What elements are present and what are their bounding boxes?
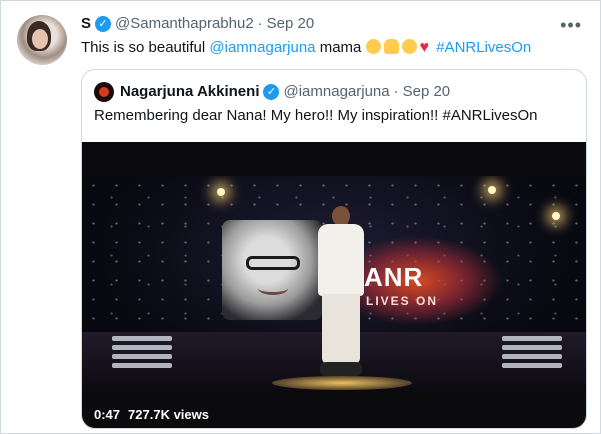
avatar[interactable] [17, 15, 67, 65]
quoted-header: Nagarjuna Akkineni ✓ @iamnagarjuna · Sep… [120, 83, 450, 100]
portrait-smile [258, 282, 288, 295]
person-head [332, 206, 350, 226]
hugging-face-icon [401, 39, 417, 54]
verified-badge-icon: ✓ [95, 15, 112, 32]
person-figure [314, 206, 368, 378]
portrait-image [222, 220, 322, 320]
separator-dot: · [257, 15, 263, 32]
stage-light-left [217, 188, 225, 196]
mention-link[interactable]: @iamnagarjuna [209, 39, 315, 56]
stage-steps-left [112, 332, 172, 372]
video-player[interactable]: ANR LIVES ON 0:47 727.7K views [82, 142, 586, 428]
quoted-text: Remembering dear Nana! My hero!! My insp… [94, 107, 538, 124]
quoted-display-name[interactable]: Nagarjuna Akkineni [120, 83, 259, 100]
tweet-text-start: This is so beautiful [81, 39, 210, 56]
video-duration: 0:47 [94, 407, 121, 422]
tweet-text-middle: mama [315, 39, 366, 56]
stage-subtitle: LIVES ON [366, 294, 439, 308]
quoted-verified-badge-icon: ✓ [263, 83, 280, 100]
stage-title: ANR [364, 262, 424, 292]
tweet-time[interactable]: Sep 20 [267, 15, 315, 32]
quoted-handle[interactable]: @iamnagarjuna [283, 83, 389, 100]
person-dhoti [322, 294, 360, 364]
person-shirt [318, 224, 364, 296]
person-feet [320, 362, 362, 376]
quoted-time[interactable]: Sep 20 [403, 83, 451, 100]
stage-light-far-right [552, 212, 560, 220]
quoted-avatar[interactable] [94, 82, 114, 102]
red-heart-icon: ♥ [419, 39, 430, 56]
stage-steps-right [502, 332, 562, 372]
quoted-separator-dot: · [393, 83, 399, 100]
portrait-glasses [246, 256, 300, 270]
video-frame: ANR LIVES ON [82, 176, 586, 392]
hashtag-link[interactable]: #ANRLivesOn [436, 39, 531, 56]
thinking-face-icon [365, 39, 381, 54]
tweet-card[interactable]: S ✓ @Samanthaprabhu2 · Sep 20 ••• This i… [0, 0, 601, 434]
tweet-text: This is so beautiful @iamnagarjuna mama … [81, 39, 531, 57]
tweet-header: S ✓ @Samanthaprabhu2 · Sep 20 [81, 15, 314, 32]
avatar-face [32, 29, 48, 49]
stage-light-right [488, 186, 496, 194]
folded-hands-icon [383, 39, 399, 54]
quoted-tweet[interactable]: Nagarjuna Akkineni ✓ @iamnagarjuna · Sep… [81, 69, 587, 429]
user-handle[interactable]: @Samanthaprabhu2 [115, 15, 254, 32]
more-icon[interactable]: ••• [560, 15, 582, 36]
display-name[interactable]: S [81, 15, 91, 32]
view-count: 727.7K views [128, 407, 209, 422]
video-overlay: 0:47 727.7K views [94, 407, 209, 422]
floor-glow [272, 376, 412, 390]
